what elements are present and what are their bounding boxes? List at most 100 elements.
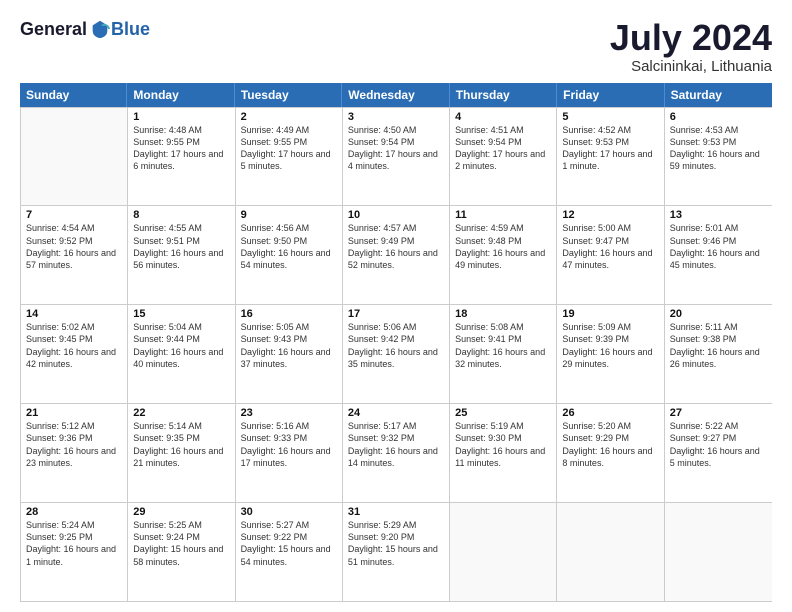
cell-date: 26: [562, 407, 658, 419]
cell-3-4: 17Sunrise: 5:06 AM Sunset: 9:42 PM Dayli…: [343, 305, 450, 403]
cell-4-5: 25Sunrise: 5:19 AM Sunset: 9:30 PM Dayli…: [450, 404, 557, 502]
cell-2-1: 7Sunrise: 4:54 AM Sunset: 9:52 PM Daylig…: [21, 206, 128, 304]
week-row-2: 7Sunrise: 4:54 AM Sunset: 9:52 PM Daylig…: [21, 205, 772, 304]
cell-3-2: 15Sunrise: 5:04 AM Sunset: 9:44 PM Dayli…: [128, 305, 235, 403]
cell-1-6: 5Sunrise: 4:52 AM Sunset: 9:53 PM Daylig…: [557, 108, 664, 206]
cell-date: 6: [670, 111, 767, 123]
cell-4-2: 22Sunrise: 5:14 AM Sunset: 9:35 PM Dayli…: [128, 404, 235, 502]
cell-date: 8: [133, 209, 229, 221]
logo: General Blue: [20, 18, 150, 40]
cell-info: Sunrise: 5:17 AM Sunset: 9:32 PM Dayligh…: [348, 420, 444, 469]
cell-info: Sunrise: 5:09 AM Sunset: 9:39 PM Dayligh…: [562, 321, 658, 370]
cell-1-7: 6Sunrise: 4:53 AM Sunset: 9:53 PM Daylig…: [665, 108, 772, 206]
cell-5-1: 28Sunrise: 5:24 AM Sunset: 9:25 PM Dayli…: [21, 503, 128, 601]
location: Salcininkai, Lithuania: [610, 58, 772, 75]
cell-5-5: [450, 503, 557, 601]
cell-info: Sunrise: 4:56 AM Sunset: 9:50 PM Dayligh…: [241, 222, 337, 271]
cell-1-5: 4Sunrise: 4:51 AM Sunset: 9:54 PM Daylig…: [450, 108, 557, 206]
cell-5-6: [557, 503, 664, 601]
cell-1-3: 2Sunrise: 4:49 AM Sunset: 9:55 PM Daylig…: [236, 108, 343, 206]
cell-3-6: 19Sunrise: 5:09 AM Sunset: 9:39 PM Dayli…: [557, 305, 664, 403]
cell-4-7: 27Sunrise: 5:22 AM Sunset: 9:27 PM Dayli…: [665, 404, 772, 502]
header-tuesday: Tuesday: [235, 83, 342, 107]
cell-info: Sunrise: 5:06 AM Sunset: 9:42 PM Dayligh…: [348, 321, 444, 370]
cell-date: 1: [133, 111, 229, 123]
cell-info: Sunrise: 5:04 AM Sunset: 9:44 PM Dayligh…: [133, 321, 229, 370]
cell-4-3: 23Sunrise: 5:16 AM Sunset: 9:33 PM Dayli…: [236, 404, 343, 502]
cell-date: 31: [348, 506, 444, 518]
week-row-1: 1Sunrise: 4:48 AM Sunset: 9:55 PM Daylig…: [21, 107, 772, 206]
cell-date: 7: [26, 209, 122, 221]
cell-info: Sunrise: 4:52 AM Sunset: 9:53 PM Dayligh…: [562, 124, 658, 173]
cell-date: 13: [670, 209, 767, 221]
cell-1-1: [21, 108, 128, 206]
header-friday: Friday: [557, 83, 664, 107]
calendar-body: 1Sunrise: 4:48 AM Sunset: 9:55 PM Daylig…: [20, 107, 772, 602]
cell-1-4: 3Sunrise: 4:50 AM Sunset: 9:54 PM Daylig…: [343, 108, 450, 206]
header: General Blue July 2024 Salcininkai, Lith…: [20, 18, 772, 75]
cell-info: Sunrise: 5:12 AM Sunset: 9:36 PM Dayligh…: [26, 420, 122, 469]
cell-info: Sunrise: 4:53 AM Sunset: 9:53 PM Dayligh…: [670, 124, 767, 173]
cell-2-5: 11Sunrise: 4:59 AM Sunset: 9:48 PM Dayli…: [450, 206, 557, 304]
cell-2-6: 12Sunrise: 5:00 AM Sunset: 9:47 PM Dayli…: [557, 206, 664, 304]
cell-date: 24: [348, 407, 444, 419]
cell-date: 12: [562, 209, 658, 221]
cell-date: 9: [241, 209, 337, 221]
cell-info: Sunrise: 4:55 AM Sunset: 9:51 PM Dayligh…: [133, 222, 229, 271]
cell-info: Sunrise: 5:08 AM Sunset: 9:41 PM Dayligh…: [455, 321, 551, 370]
logo-general: General: [20, 19, 87, 40]
page: General Blue July 2024 Salcininkai, Lith…: [0, 0, 792, 612]
cell-info: Sunrise: 5:27 AM Sunset: 9:22 PM Dayligh…: [241, 519, 337, 568]
cell-info: Sunrise: 5:00 AM Sunset: 9:47 PM Dayligh…: [562, 222, 658, 271]
cell-date: 25: [455, 407, 551, 419]
cell-info: Sunrise: 5:20 AM Sunset: 9:29 PM Dayligh…: [562, 420, 658, 469]
cell-3-7: 20Sunrise: 5:11 AM Sunset: 9:38 PM Dayli…: [665, 305, 772, 403]
cell-info: Sunrise: 5:14 AM Sunset: 9:35 PM Dayligh…: [133, 420, 229, 469]
cell-2-2: 8Sunrise: 4:55 AM Sunset: 9:51 PM Daylig…: [128, 206, 235, 304]
cell-info: Sunrise: 4:59 AM Sunset: 9:48 PM Dayligh…: [455, 222, 551, 271]
cell-4-6: 26Sunrise: 5:20 AM Sunset: 9:29 PM Dayli…: [557, 404, 664, 502]
cell-date: 21: [26, 407, 122, 419]
header-wednesday: Wednesday: [342, 83, 449, 107]
calendar-header: Sunday Monday Tuesday Wednesday Thursday…: [20, 83, 772, 107]
cell-info: Sunrise: 4:51 AM Sunset: 9:54 PM Dayligh…: [455, 124, 551, 173]
week-row-3: 14Sunrise: 5:02 AM Sunset: 9:45 PM Dayli…: [21, 304, 772, 403]
cell-info: Sunrise: 4:50 AM Sunset: 9:54 PM Dayligh…: [348, 124, 444, 173]
cell-info: Sunrise: 4:48 AM Sunset: 9:55 PM Dayligh…: [133, 124, 229, 173]
header-monday: Monday: [127, 83, 234, 107]
cell-3-1: 14Sunrise: 5:02 AM Sunset: 9:45 PM Dayli…: [21, 305, 128, 403]
cell-info: Sunrise: 5:22 AM Sunset: 9:27 PM Dayligh…: [670, 420, 767, 469]
cell-5-3: 30Sunrise: 5:27 AM Sunset: 9:22 PM Dayli…: [236, 503, 343, 601]
cell-info: Sunrise: 5:02 AM Sunset: 9:45 PM Dayligh…: [26, 321, 122, 370]
cell-3-5: 18Sunrise: 5:08 AM Sunset: 9:41 PM Dayli…: [450, 305, 557, 403]
cell-date: 22: [133, 407, 229, 419]
cell-2-4: 10Sunrise: 4:57 AM Sunset: 9:49 PM Dayli…: [343, 206, 450, 304]
logo-blue: Blue: [111, 19, 150, 40]
week-row-5: 28Sunrise: 5:24 AM Sunset: 9:25 PM Dayli…: [21, 502, 772, 601]
cell-date: 16: [241, 308, 337, 320]
header-thursday: Thursday: [450, 83, 557, 107]
cell-3-3: 16Sunrise: 5:05 AM Sunset: 9:43 PM Dayli…: [236, 305, 343, 403]
header-sunday: Sunday: [20, 83, 127, 107]
cell-info: Sunrise: 5:11 AM Sunset: 9:38 PM Dayligh…: [670, 321, 767, 370]
cell-info: Sunrise: 5:05 AM Sunset: 9:43 PM Dayligh…: [241, 321, 337, 370]
cell-date: 10: [348, 209, 444, 221]
cell-date: 23: [241, 407, 337, 419]
cell-2-7: 13Sunrise: 5:01 AM Sunset: 9:46 PM Dayli…: [665, 206, 772, 304]
cell-date: 3: [348, 111, 444, 123]
header-saturday: Saturday: [665, 83, 772, 107]
cell-date: 14: [26, 308, 122, 320]
cell-date: 2: [241, 111, 337, 123]
cell-date: 11: [455, 209, 551, 221]
cell-4-1: 21Sunrise: 5:12 AM Sunset: 9:36 PM Dayli…: [21, 404, 128, 502]
cell-date: 18: [455, 308, 551, 320]
cell-5-7: [665, 503, 772, 601]
cell-date: 27: [670, 407, 767, 419]
cell-date: 20: [670, 308, 767, 320]
title-area: July 2024 Salcininkai, Lithuania: [610, 18, 772, 75]
cell-2-3: 9Sunrise: 4:56 AM Sunset: 9:50 PM Daylig…: [236, 206, 343, 304]
cell-5-4: 31Sunrise: 5:29 AM Sunset: 9:20 PM Dayli…: [343, 503, 450, 601]
cell-date: 5: [562, 111, 658, 123]
cell-info: Sunrise: 5:01 AM Sunset: 9:46 PM Dayligh…: [670, 222, 767, 271]
cell-date: 19: [562, 308, 658, 320]
